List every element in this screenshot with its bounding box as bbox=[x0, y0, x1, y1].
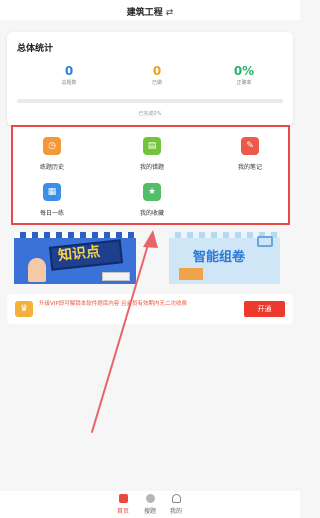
feature-label: 我的收藏 bbox=[139, 210, 164, 217]
stat-total-value: 0 bbox=[64, 64, 74, 78]
monitor-icon bbox=[257, 236, 273, 247]
vip-crown-icon: ♛ bbox=[15, 301, 33, 317]
stat-done: 0 已做 bbox=[117, 64, 197, 87]
book-stack-illustration bbox=[102, 272, 130, 281]
history-icon: ◷ bbox=[43, 137, 61, 155]
calendar-icon: ▦ bbox=[43, 183, 61, 201]
progress-bar bbox=[17, 99, 283, 103]
stat-done-value: 0 bbox=[152, 64, 162, 78]
home-icon bbox=[118, 494, 128, 503]
tab-label: 我的 bbox=[169, 508, 182, 515]
progress-text: 已完成0% bbox=[138, 111, 162, 117]
feature-notes[interactable]: ✎ 我的笔记 bbox=[215, 137, 285, 171]
tab-label: 首页 bbox=[116, 508, 129, 515]
stats-heading: 总体统计 bbox=[17, 44, 54, 54]
knowledge-banner[interactable]: 知识点 bbox=[14, 232, 136, 284]
stat-rate: 0% 正确率 bbox=[204, 64, 284, 87]
stat-total-label: 总题数 bbox=[61, 80, 77, 86]
page-title[interactable]: 建筑工程 bbox=[127, 8, 163, 18]
feature-daily-practice[interactable]: ▦ 每日一练 bbox=[17, 183, 87, 217]
search-icon bbox=[145, 494, 155, 503]
tab-home[interactable]: 首页 bbox=[108, 494, 138, 515]
tab-profile[interactable]: 我的 bbox=[161, 494, 191, 515]
smart-paper-banner[interactable]: 智能组卷 bbox=[169, 232, 280, 284]
vip-promo: ♛ 升级VIP即可解锁本软件题库内容 且会员有效期内无二次收费 开通 bbox=[7, 294, 293, 324]
feature-label: 我的错题 bbox=[139, 164, 164, 171]
stat-rate-value: 0% bbox=[233, 64, 255, 78]
bottom-tab-bar: 首页 搜题 我的 bbox=[0, 491, 300, 518]
book-icon: ▤ bbox=[143, 137, 161, 155]
swap-icon[interactable]: ⇄ bbox=[166, 8, 174, 18]
feature-practice-history[interactable]: ◷ 练题历史 bbox=[17, 137, 87, 171]
pen-icon: ✎ bbox=[241, 137, 259, 155]
stat-rate-label: 正确率 bbox=[236, 80, 252, 86]
vip-open-button[interactable]: 开通 bbox=[244, 301, 285, 317]
stat-total: 0 总题数 bbox=[29, 64, 109, 87]
vip-promo-text: 升级VIP即可解锁本软件题库内容 且会员有效期内无二次收费 bbox=[39, 301, 187, 307]
feature-favorites[interactable]: ★ 我的收藏 bbox=[117, 183, 187, 217]
feature-label: 我的笔记 bbox=[237, 164, 262, 171]
feature-wrong-questions[interactable]: ▤ 我的错题 bbox=[117, 137, 187, 171]
banner-bunting bbox=[14, 232, 136, 238]
smart-paper-banner-text: 智能组卷 bbox=[193, 250, 246, 265]
person-illustration bbox=[28, 258, 46, 282]
person-icon bbox=[171, 494, 181, 503]
feature-label: 每日一练 bbox=[39, 210, 64, 217]
stat-done-label: 已做 bbox=[151, 80, 162, 86]
top-bar: 建筑工程 ⇄ bbox=[0, 0, 300, 20]
feature-grid: ◷ 练题历史 ▤ 我的错题 ✎ 我的笔记 ▦ 每日一练 ★ 我的收藏 bbox=[11, 125, 290, 225]
folder-star-icon: ★ bbox=[143, 183, 161, 201]
feature-label: 练题历史 bbox=[39, 164, 64, 171]
book-stack-illustration bbox=[179, 268, 203, 280]
stats-card: 总体统计 0 总题数 0 已做 0% 正确率 已完成0% bbox=[7, 32, 293, 126]
